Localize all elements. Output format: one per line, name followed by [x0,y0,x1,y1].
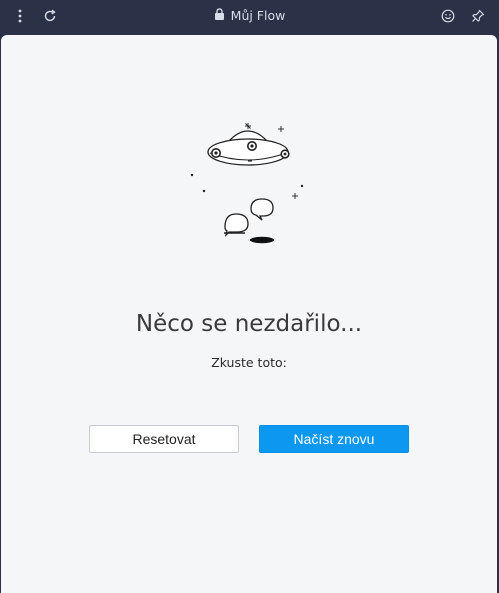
window-title-text: Můj Flow [230,8,286,23]
pin-icon[interactable] [468,6,488,26]
title-bar: Můj Flow [0,0,499,33]
ufo-illustration [190,123,304,244]
lock-icon [214,8,225,23]
window-title: Můj Flow [0,8,499,23]
reset-button[interactable]: Resetovat [89,425,239,453]
error-subtext: Zkuste toto: [211,355,287,370]
reload-button[interactable]: Načíst znovu [259,425,409,453]
smiley-icon[interactable] [438,6,458,26]
error-heading: Něco se nezdařilo... [135,311,363,337]
error-page: Něco se nezdařilo... Zkuste toto: Reseto… [1,35,497,593]
